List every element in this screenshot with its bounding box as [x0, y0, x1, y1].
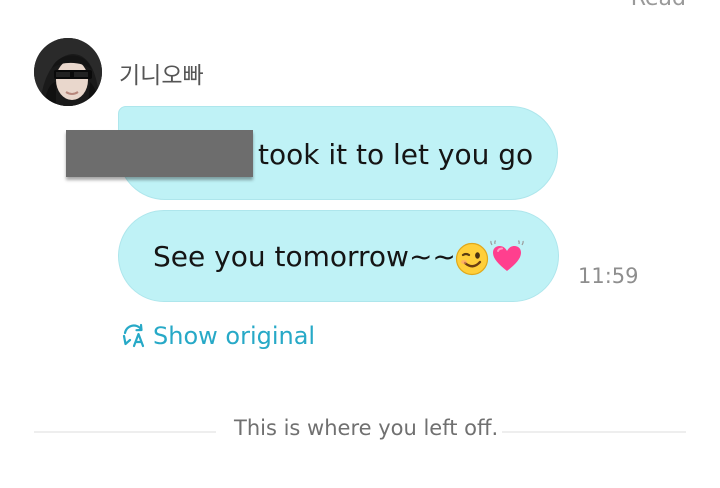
- chat-screen: Read 기니오빠 took it to let you go See you …: [0, 0, 720, 488]
- message-text: See you tomorrow~~~: [153, 240, 480, 273]
- sender-name: 기니오빠: [119, 63, 204, 89]
- unread-divider: This is where you left off.: [34, 416, 686, 446]
- show-original-label: Show original: [153, 322, 316, 350]
- winking-face-icon: [455, 242, 489, 276]
- divider-line: [34, 431, 216, 433]
- divider-line: [502, 431, 686, 433]
- divider-label: This is where you left off.: [234, 416, 499, 440]
- translate-icon: [121, 323, 147, 349]
- avatar[interactable]: [34, 38, 102, 106]
- avatar-image: [34, 38, 102, 106]
- read-status: Read: [631, 0, 686, 11]
- redaction-block: [66, 130, 253, 177]
- show-original-button[interactable]: Show original: [121, 322, 315, 350]
- beating-heart-icon: [489, 240, 525, 276]
- message-time: 11:59: [578, 264, 639, 288]
- message-text: took it to let you go: [258, 138, 534, 171]
